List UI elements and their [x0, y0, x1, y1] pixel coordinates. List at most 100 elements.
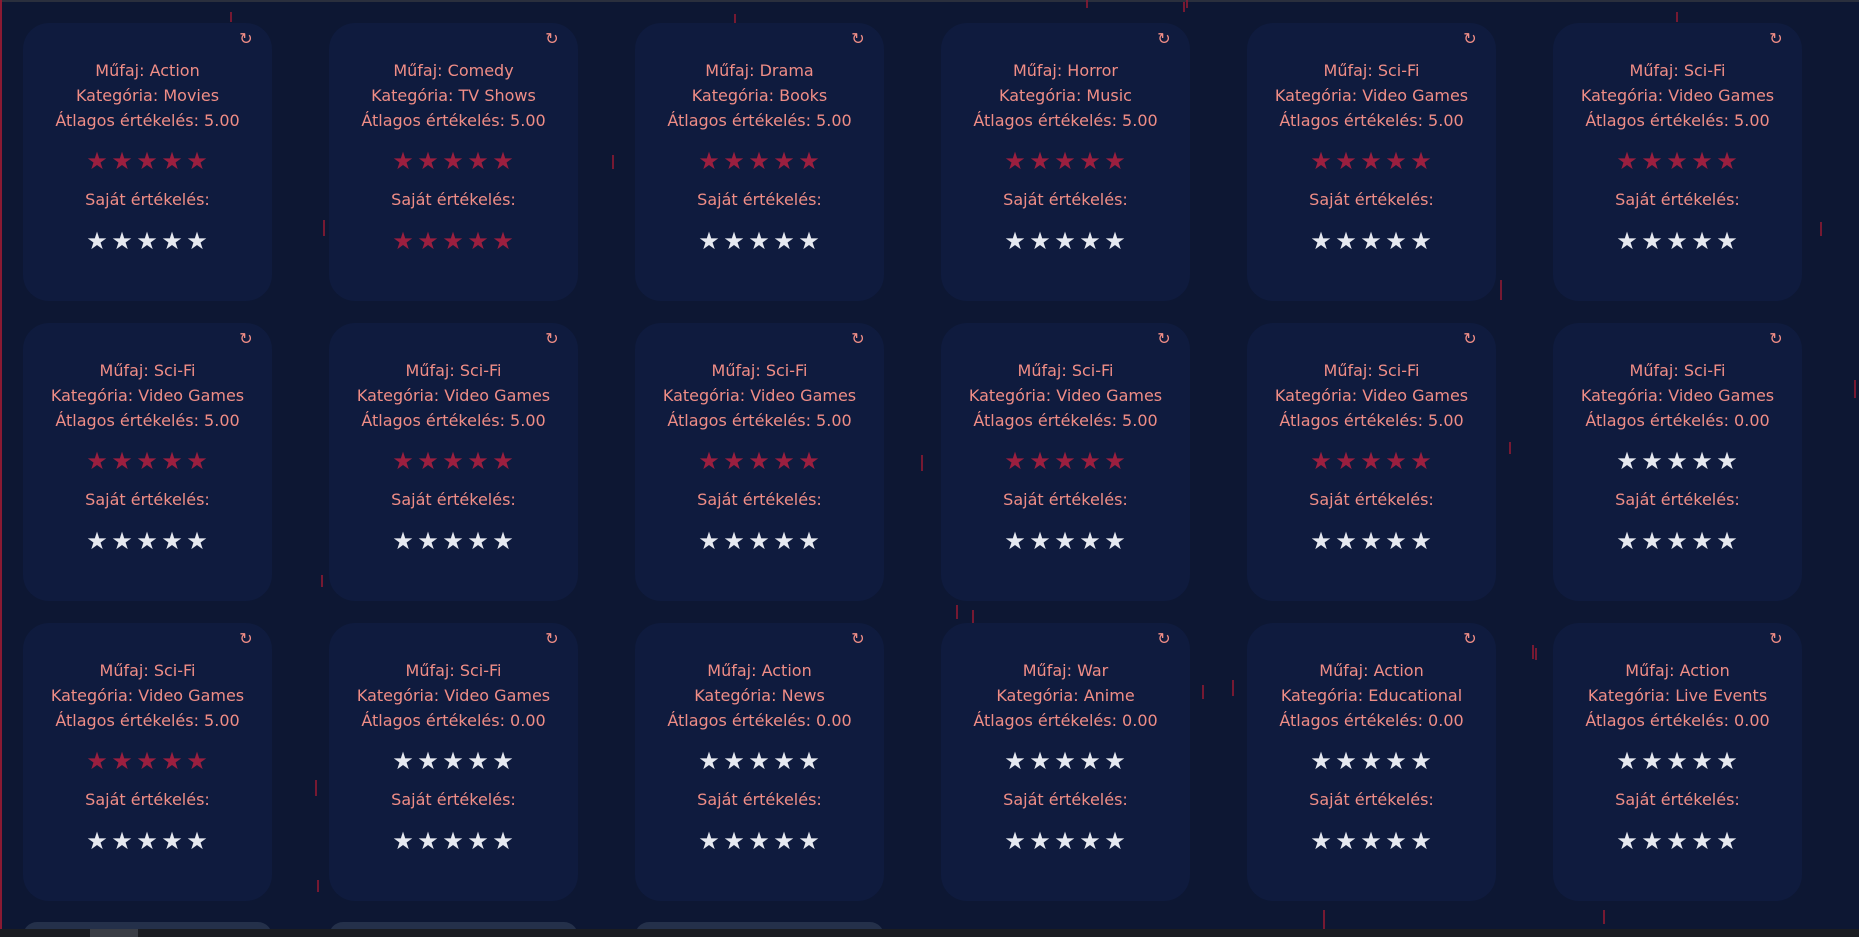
star-icon[interactable]: ★ — [1078, 527, 1103, 555]
star-icon[interactable]: ★ — [1103, 827, 1128, 855]
star-icon[interactable]: ★ — [1715, 827, 1740, 855]
star-icon[interactable]: ★ — [697, 827, 722, 855]
own-rating-stars[interactable]: ★ ★ ★ ★ ★ — [329, 227, 578, 255]
star-icon[interactable]: ★ — [1640, 527, 1665, 555]
refresh-icon[interactable]: ↻ — [544, 331, 560, 347]
star-icon[interactable]: ★ — [491, 827, 516, 855]
star-icon[interactable]: ★ — [1078, 827, 1103, 855]
star-icon[interactable]: ★ — [1003, 227, 1028, 255]
star-icon[interactable]: ★ — [1409, 527, 1434, 555]
star-icon[interactable]: ★ — [1053, 527, 1078, 555]
star-icon[interactable]: ★ — [797, 827, 822, 855]
star-icon[interactable]: ★ — [441, 227, 466, 255]
refresh-icon[interactable]: ↻ — [1156, 631, 1172, 647]
star-icon[interactable]: ★ — [135, 227, 160, 255]
star-icon[interactable]: ★ — [185, 827, 210, 855]
star-icon[interactable]: ★ — [135, 527, 160, 555]
own-rating-stars[interactable]: ★ ★ ★ ★ ★ — [329, 527, 578, 555]
star-icon[interactable]: ★ — [1309, 227, 1334, 255]
star-icon[interactable]: ★ — [722, 227, 747, 255]
own-rating-stars[interactable]: ★ ★ ★ ★ ★ — [941, 527, 1190, 555]
star-icon[interactable]: ★ — [391, 227, 416, 255]
refresh-icon[interactable]: ↻ — [1768, 631, 1784, 647]
own-rating-stars[interactable]: ★ ★ ★ ★ ★ — [1553, 827, 1802, 855]
star-icon[interactable]: ★ — [110, 527, 135, 555]
star-icon[interactable]: ★ — [772, 527, 797, 555]
star-icon[interactable]: ★ — [1384, 227, 1409, 255]
star-icon[interactable]: ★ — [85, 827, 110, 855]
star-icon[interactable]: ★ — [110, 227, 135, 255]
own-rating-stars[interactable]: ★ ★ ★ ★ ★ — [23, 527, 272, 555]
star-icon[interactable]: ★ — [1334, 227, 1359, 255]
star-icon[interactable]: ★ — [722, 527, 747, 555]
star-icon[interactable]: ★ — [185, 227, 210, 255]
star-icon[interactable]: ★ — [1615, 527, 1640, 555]
refresh-icon[interactable]: ↻ — [1156, 331, 1172, 347]
refresh-icon[interactable]: ↻ — [544, 31, 560, 47]
star-icon[interactable]: ★ — [1615, 827, 1640, 855]
own-rating-stars[interactable]: ★ ★ ★ ★ ★ — [941, 827, 1190, 855]
own-rating-stars[interactable]: ★ ★ ★ ★ ★ — [1247, 227, 1496, 255]
star-icon[interactable]: ★ — [416, 227, 441, 255]
star-icon[interactable]: ★ — [722, 827, 747, 855]
star-icon[interactable]: ★ — [797, 527, 822, 555]
star-icon[interactable]: ★ — [1053, 227, 1078, 255]
star-icon[interactable]: ★ — [441, 527, 466, 555]
star-icon[interactable]: ★ — [1665, 527, 1690, 555]
refresh-icon[interactable]: ↻ — [238, 331, 254, 347]
star-icon[interactable]: ★ — [747, 227, 772, 255]
refresh-icon[interactable]: ↻ — [1768, 31, 1784, 47]
refresh-icon[interactable]: ↻ — [1768, 331, 1784, 347]
own-rating-stars[interactable]: ★ ★ ★ ★ ★ — [1553, 227, 1802, 255]
own-rating-stars[interactable]: ★ ★ ★ ★ ★ — [941, 227, 1190, 255]
own-rating-stars[interactable]: ★ ★ ★ ★ ★ — [23, 827, 272, 855]
star-icon[interactable]: ★ — [747, 527, 772, 555]
star-icon[interactable]: ★ — [697, 527, 722, 555]
star-icon[interactable]: ★ — [1409, 227, 1434, 255]
star-icon[interactable]: ★ — [466, 827, 491, 855]
star-icon[interactable]: ★ — [1078, 227, 1103, 255]
star-icon[interactable]: ★ — [1003, 527, 1028, 555]
star-icon[interactable]: ★ — [466, 527, 491, 555]
refresh-icon[interactable]: ↻ — [1156, 31, 1172, 47]
star-icon[interactable]: ★ — [1690, 827, 1715, 855]
star-icon[interactable]: ★ — [797, 227, 822, 255]
star-icon[interactable]: ★ — [416, 827, 441, 855]
refresh-icon[interactable]: ↻ — [850, 631, 866, 647]
star-icon[interactable]: ★ — [491, 527, 516, 555]
own-rating-stars[interactable]: ★ ★ ★ ★ ★ — [23, 227, 272, 255]
star-icon[interactable]: ★ — [1309, 827, 1334, 855]
star-icon[interactable]: ★ — [1359, 827, 1384, 855]
star-icon[interactable]: ★ — [747, 827, 772, 855]
own-rating-stars[interactable]: ★ ★ ★ ★ ★ — [635, 227, 884, 255]
star-icon[interactable]: ★ — [1309, 527, 1334, 555]
star-icon[interactable]: ★ — [1384, 827, 1409, 855]
star-icon[interactable]: ★ — [466, 227, 491, 255]
own-rating-stars[interactable]: ★ ★ ★ ★ ★ — [635, 527, 884, 555]
star-icon[interactable]: ★ — [1003, 827, 1028, 855]
refresh-icon[interactable]: ↻ — [850, 31, 866, 47]
scrollbar-thumb[interactable] — [90, 929, 138, 937]
star-icon[interactable]: ★ — [1615, 227, 1640, 255]
star-icon[interactable]: ★ — [491, 227, 516, 255]
star-icon[interactable]: ★ — [697, 227, 722, 255]
star-icon[interactable]: ★ — [1359, 527, 1384, 555]
star-icon[interactable]: ★ — [135, 827, 160, 855]
own-rating-stars[interactable]: ★ ★ ★ ★ ★ — [635, 827, 884, 855]
star-icon[interactable]: ★ — [441, 827, 466, 855]
star-icon[interactable]: ★ — [1409, 827, 1434, 855]
star-icon[interactable]: ★ — [85, 527, 110, 555]
own-rating-stars[interactable]: ★ ★ ★ ★ ★ — [1553, 527, 1802, 555]
star-icon[interactable]: ★ — [1028, 527, 1053, 555]
star-icon[interactable]: ★ — [1690, 227, 1715, 255]
own-rating-stars[interactable]: ★ ★ ★ ★ ★ — [1247, 527, 1496, 555]
star-icon[interactable]: ★ — [1334, 827, 1359, 855]
star-icon[interactable]: ★ — [1715, 527, 1740, 555]
refresh-icon[interactable]: ↻ — [544, 631, 560, 647]
star-icon[interactable]: ★ — [772, 827, 797, 855]
star-icon[interactable]: ★ — [185, 527, 210, 555]
star-icon[interactable]: ★ — [391, 827, 416, 855]
star-icon[interactable]: ★ — [110, 827, 135, 855]
star-icon[interactable]: ★ — [391, 527, 416, 555]
horizontal-scrollbar[interactable] — [0, 929, 1859, 937]
